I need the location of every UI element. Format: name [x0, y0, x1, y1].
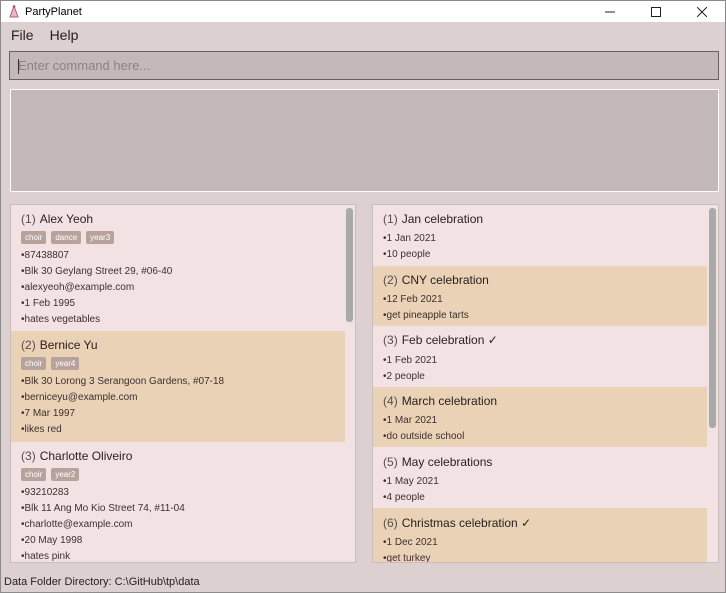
person-address: •Blk 30 Geylang Street 29, #06-40 [21, 266, 173, 277]
menu-help[interactable]: Help [44, 27, 85, 43]
person-remark: •hates pink [21, 551, 71, 562]
event-name: (4) March celebration [383, 394, 498, 408]
text-caret [18, 59, 19, 74]
maximize-icon [651, 6, 661, 17]
event-name: (5) May celebrations [383, 455, 493, 469]
title-bar: PartyPlanet [1, 1, 725, 22]
window-title: PartyPlanet [25, 5, 82, 18]
app-window: PartyPlanet File Help (1)Alex Yeoh c [0, 0, 726, 593]
done-check-icon: ✓ [521, 516, 532, 530]
event-card[interactable]: (2) CNY celebration •12 Feb 2021 •get pin… [373, 266, 707, 326]
event-index: (1) [383, 212, 398, 226]
status-bar: Data Folder Directory: C:\GitHub\tp\data [4, 576, 200, 588]
window-controls [587, 1, 725, 22]
person-phone: •93210283 [21, 487, 69, 498]
maximize-button[interactable] [633, 1, 679, 22]
event-index: (4) [383, 394, 398, 408]
person-card[interactable]: (3) Charlotte Oliveiro choir year2 •93210… [11, 442, 345, 562]
tag: choir [21, 468, 47, 481]
person-email: •alexyeoh@example.com [21, 282, 135, 293]
event-card[interactable]: (3) Feb celebration ✓ •1 Feb 2021 •2 peop… [373, 326, 707, 387]
person-birthday: •20 May 1998 [21, 535, 83, 546]
person-remark: •likes red [21, 424, 62, 435]
scrollbar-thumb[interactable] [709, 208, 716, 428]
person-index: (1) [21, 212, 36, 226]
tag-list: choir year2 [21, 468, 80, 481]
person-card[interactable]: (2) Bernice Yu choir year4 •Blk 30 Lorong… [11, 331, 345, 442]
event-date: •1 May 2021 [383, 476, 439, 487]
tag-list: choir year4 [21, 357, 80, 370]
scrollbar-thumb[interactable] [346, 208, 353, 322]
tag: year3 [86, 231, 115, 244]
minimize-button[interactable] [587, 1, 633, 22]
person-remark: •hates vegetables [21, 314, 101, 325]
tag: year2 [51, 468, 80, 481]
person-birthday: •1 Feb 1995 [21, 298, 76, 309]
event-index: (6) [383, 516, 398, 530]
person-address: •Blk 30 Lorong 3 Serangoon Gardens, #07-… [21, 376, 225, 387]
command-input[interactable] [10, 52, 718, 79]
person-email: •charlotte@example.com [21, 519, 133, 530]
party-hat-icon [6, 4, 22, 20]
menu-file[interactable]: File [5, 27, 40, 43]
event-card[interactable]: (1) Jan celebration •1 Jan 2021 •10 peopl… [373, 205, 707, 265]
event-name: (6) Christmas celebration ✓ [383, 516, 532, 530]
result-display [10, 89, 719, 192]
event-date: •1 Mar 2021 [383, 415, 438, 426]
event-card[interactable]: (6) Christmas celebration ✓ •1 Dec 2021 •… [373, 508, 707, 563]
person-phone: •87438807 [21, 250, 69, 261]
event-remark: •get turkey [383, 553, 431, 563]
tag-list: choir dance year3 [21, 231, 115, 244]
event-name: (1) Jan celebration [383, 212, 484, 226]
event-remark: •10 people [383, 249, 431, 260]
person-name: (1) Alex Yeoh [21, 212, 94, 226]
tag: choir [21, 231, 47, 244]
event-date: •1 Jan 2021 [383, 233, 436, 244]
event-list-panel[interactable]: (1) Jan celebration •1 Jan 2021 •10 peopl… [372, 204, 719, 563]
event-index: (5) [383, 455, 398, 469]
done-check-icon: ✓ [487, 333, 498, 347]
event-date: •1 Feb 2021 [383, 355, 438, 366]
event-date: •12 Feb 2021 [383, 294, 443, 305]
tag: choir [21, 357, 47, 370]
event-remark: •get pineapple tarts [383, 310, 469, 321]
minimize-icon [605, 11, 615, 12]
event-card[interactable]: (4) March celebration •1 Mar 2021 •do out… [373, 387, 707, 447]
tag: dance [51, 231, 82, 244]
event-name: (3) Feb celebration ✓ [383, 333, 498, 347]
person-email: •berniceyu@example.com [21, 392, 138, 403]
event-remark: •2 people [383, 371, 425, 382]
close-button[interactable] [679, 1, 725, 22]
close-icon [697, 6, 707, 17]
event-remark: •4 people [383, 492, 425, 503]
person-card[interactable]: (1) Alex Yeoh choir dance year3 •87438807… [11, 205, 345, 329]
person-name: (2) Bernice Yu [21, 338, 98, 352]
event-index: (2) [383, 273, 398, 287]
person-name: (3) Charlotte Oliveiro [21, 449, 133, 463]
event-remark: •do outside school [383, 431, 465, 442]
tag: year4 [51, 357, 80, 370]
person-birthday: •7 Mar 1997 [21, 408, 76, 419]
event-name: (2) CNY celebration [383, 273, 489, 287]
menu-bar: File Help [1, 23, 84, 47]
event-list-scrollbar[interactable] [709, 208, 716, 559]
event-card[interactable]: (5) May celebrations •1 May 2021 •4 peopl… [373, 447, 707, 508]
person-index: (2) [21, 338, 36, 352]
event-date: •1 Dec 2021 [383, 537, 438, 548]
person-index: (3) [21, 449, 36, 463]
command-box [9, 51, 719, 80]
person-list-scrollbar[interactable] [346, 208, 353, 559]
person-list-panel[interactable]: (1) Alex Yeoh choir dance year3 •87438807… [10, 204, 356, 563]
person-address: •Blk 11 Ang Mo Kio Street 74, #11-04 [21, 503, 185, 514]
event-index: (3) [383, 333, 398, 347]
